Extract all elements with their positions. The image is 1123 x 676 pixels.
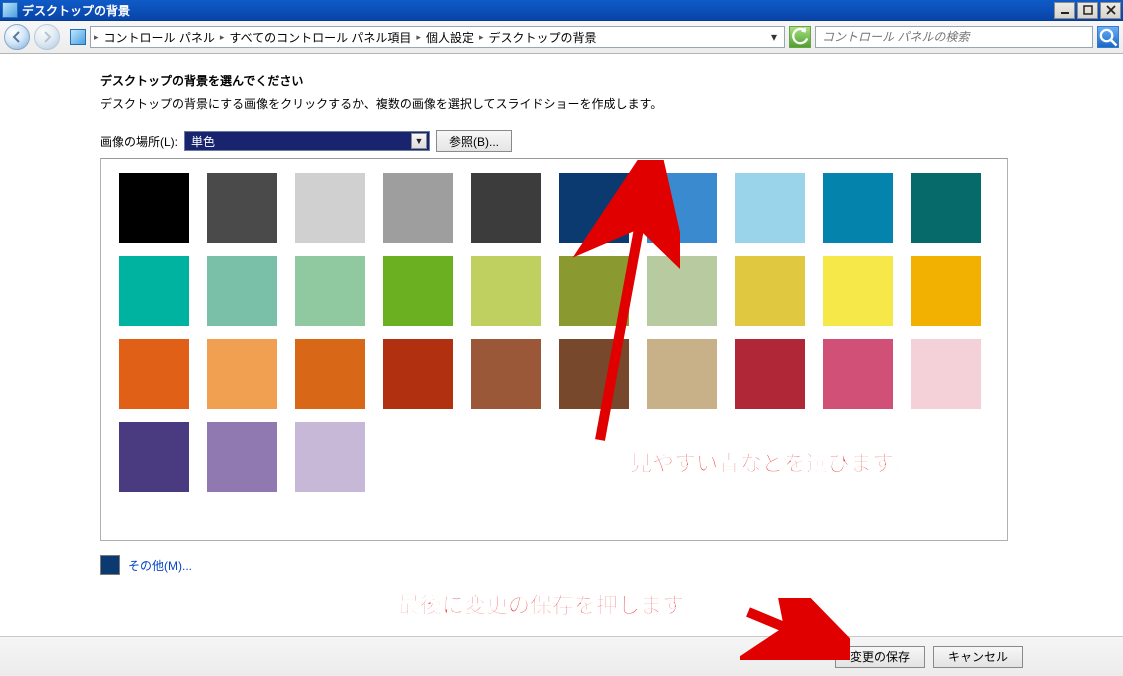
color-swatch-30[interactable]	[119, 422, 189, 492]
breadcrumb-item[interactable]: 個人設定	[422, 29, 478, 46]
refresh-button[interactable]	[789, 26, 811, 48]
color-swatch-32[interactable]	[295, 422, 365, 492]
address-dropdown[interactable]: ▾	[766, 30, 782, 44]
breadcrumb-item[interactable]: コントロール パネル	[100, 29, 219, 46]
color-swatch-27[interactable]	[735, 339, 805, 409]
other-color-row: その他(M)...	[100, 555, 1123, 575]
color-swatch-7[interactable]	[735, 173, 805, 243]
search-box[interactable]	[815, 26, 1093, 48]
page-heading: デスクトップの背景を選んでください	[100, 72, 1123, 89]
app-icon	[2, 2, 18, 18]
breadcrumb[interactable]: ▸ コントロール パネル ▸ すべてのコントロール パネル項目 ▸ 個人設定 ▸…	[90, 26, 785, 48]
color-swatch-13[interactable]	[383, 256, 453, 326]
window-title: デスクトップの背景	[22, 2, 1054, 19]
color-swatch-11[interactable]	[207, 256, 277, 326]
address-icon	[70, 29, 86, 45]
swatch-panel	[100, 158, 1008, 541]
color-swatch-26[interactable]	[647, 339, 717, 409]
color-swatch-22[interactable]	[295, 339, 365, 409]
color-swatch-28[interactable]	[823, 339, 893, 409]
location-row: 画像の場所(L): 単色 ▼ 参照(B)...	[100, 130, 1123, 152]
forward-button[interactable]	[34, 24, 60, 50]
color-swatch-9[interactable]	[911, 173, 981, 243]
color-swatch-25[interactable]	[559, 339, 629, 409]
footer-bar: 変更の保存 キャンセル	[0, 636, 1123, 676]
location-label: 画像の場所(L):	[100, 133, 178, 150]
color-swatch-20[interactable]	[119, 339, 189, 409]
nav-bar: ▸ コントロール パネル ▸ すべてのコントロール パネル項目 ▸ 個人設定 ▸…	[0, 21, 1123, 54]
other-color-link[interactable]: その他(M)...	[128, 557, 192, 574]
window-controls	[1054, 2, 1121, 19]
color-swatch-14[interactable]	[471, 256, 541, 326]
minimize-button[interactable]	[1054, 2, 1075, 19]
location-select[interactable]: 単色 ▼	[184, 131, 430, 151]
back-button[interactable]	[4, 24, 30, 50]
color-swatch-1[interactable]	[207, 173, 277, 243]
color-swatch-0[interactable]	[119, 173, 189, 243]
color-swatch-24[interactable]	[471, 339, 541, 409]
breadcrumb-item[interactable]: すべてのコントロール パネル項目	[225, 29, 415, 46]
color-swatch-2[interactable]	[295, 173, 365, 243]
location-value: 単色	[191, 133, 215, 150]
page-subtext: デスクトップの背景にする画像をクリックするか、複数の画像を選択してスライドショー…	[100, 95, 1123, 112]
color-swatch-6[interactable]	[647, 173, 717, 243]
color-swatch-3[interactable]	[383, 173, 453, 243]
content-area: デスクトップの背景を選んでください デスクトップの背景にする画像をクリックするか…	[0, 54, 1123, 575]
title-bar: デスクトップの背景	[0, 0, 1123, 21]
color-swatch-23[interactable]	[383, 339, 453, 409]
color-swatch-29[interactable]	[911, 339, 981, 409]
color-swatch-18[interactable]	[823, 256, 893, 326]
save-button[interactable]: 変更の保存	[835, 646, 925, 668]
color-swatch-10[interactable]	[119, 256, 189, 326]
annotation-text-2: 最後に変更の保存を押します。	[398, 588, 704, 620]
cancel-button[interactable]: キャンセル	[933, 646, 1023, 668]
color-swatch-8[interactable]	[823, 173, 893, 243]
swatch-grid	[119, 173, 989, 492]
color-swatch-31[interactable]	[207, 422, 277, 492]
other-color-swatch[interactable]	[100, 555, 120, 575]
color-swatch-16[interactable]	[647, 256, 717, 326]
search-button[interactable]	[1097, 26, 1119, 48]
maximize-button[interactable]	[1077, 2, 1098, 19]
search-input[interactable]	[820, 29, 1088, 45]
color-swatch-21[interactable]	[207, 339, 277, 409]
color-swatch-15[interactable]	[559, 256, 629, 326]
color-swatch-5[interactable]	[559, 173, 629, 243]
breadcrumb-item[interactable]: デスクトップの背景	[485, 29, 601, 46]
color-swatch-19[interactable]	[911, 256, 981, 326]
browse-button[interactable]: 参照(B)...	[436, 130, 512, 152]
color-swatch-12[interactable]	[295, 256, 365, 326]
color-swatch-4[interactable]	[471, 173, 541, 243]
chevron-down-icon: ▼	[411, 133, 427, 149]
close-button[interactable]	[1100, 2, 1121, 19]
color-swatch-17[interactable]	[735, 256, 805, 326]
